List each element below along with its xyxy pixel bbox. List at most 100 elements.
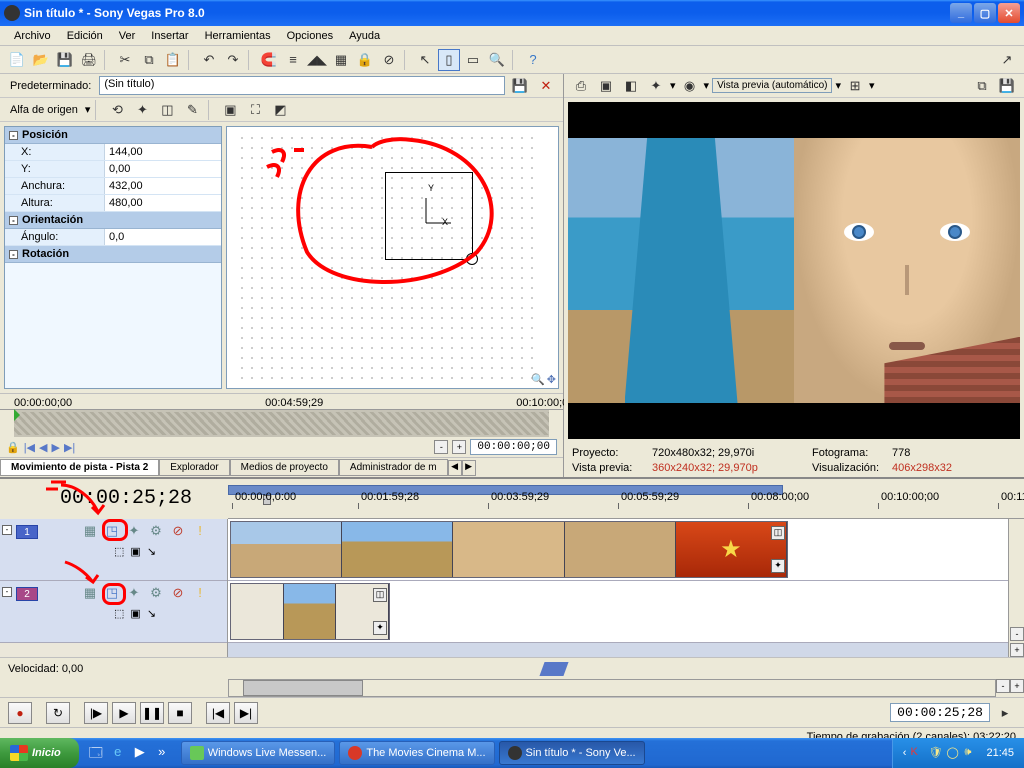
ie-icon[interactable]: e [109, 744, 127, 762]
prevent-icon[interactable]: ◩ [269, 99, 291, 121]
track-motion-icon[interactable]: ◳ [104, 585, 120, 601]
help-icon[interactable]: ? [522, 49, 544, 71]
render-icon[interactable]: 🖨 [78, 49, 100, 71]
make-parent-icon[interactable]: ⬚ [114, 545, 124, 558]
wmp-icon[interactable]: ▶ [131, 744, 149, 762]
quantize-icon[interactable]: ▦ [330, 49, 352, 71]
preset-dropdown[interactable]: (Sin título) [99, 76, 505, 95]
kf-next-icon[interactable]: ▶ [52, 441, 60, 454]
task-vegas[interactable]: Sin título * - Sony Ve... [499, 741, 645, 765]
close-button[interactable]: ✕ [998, 3, 1020, 23]
fx-icon[interactable]: ✦ [645, 75, 667, 97]
track-motion-icon[interactable]: ◳ [104, 523, 120, 539]
tab-track-motion[interactable]: Movimiento de pista - Pista 2 [0, 459, 159, 476]
timeline-vscroll[interactable]: - + [1008, 519, 1024, 657]
envelope-tool-icon[interactable]: ▯ [438, 49, 460, 71]
properties-grid[interactable]: -Posición X:144,00 Y:0,00 Anchura:432,00… [4, 126, 222, 389]
menu-ver[interactable]: Ver [111, 28, 144, 44]
task-msn[interactable]: Windows Live Messen... [181, 741, 336, 765]
kf-start-marker[interactable] [14, 409, 20, 421]
split-icon[interactable]: ◧ [620, 75, 642, 97]
kf-minus-button[interactable]: - [434, 440, 448, 454]
hzoom-plus[interactable]: + [1010, 679, 1024, 693]
rotate-handle[interactable] [466, 253, 478, 265]
ext-monitor-icon[interactable]: ↗ [996, 49, 1018, 71]
zoom-icon[interactable]: 🔍 [531, 373, 545, 386]
menu-opciones[interactable]: Opciones [279, 28, 341, 44]
tray-expand-icon[interactable]: ‹ [903, 747, 907, 759]
video-lane-1[interactable]: ★ ◫ ✦ [228, 519, 1008, 581]
rotate-icon[interactable]: ⟲ [106, 99, 128, 121]
snap-icon[interactable]: 🧲 [258, 49, 280, 71]
more-icon[interactable]: ↘ [147, 545, 156, 558]
kf-prev-icon[interactable]: ◀ [39, 441, 47, 454]
preview-device-icon[interactable]: ▣ [595, 75, 617, 97]
save-icon[interactable]: 💾 [54, 49, 76, 71]
pan-icon[interactable]: ✥ [547, 373, 556, 386]
compositing-icon[interactable]: ✦ [126, 585, 142, 601]
track-lanes[interactable]: ★ ◫ ✦ ◫ ✦ - [228, 519, 1024, 657]
dropdown-arrow-icon[interactable]: ▾ [85, 103, 91, 116]
mute-icon[interactable]: ⊘ [170, 523, 186, 539]
kf-first-icon[interactable]: |◀ [24, 441, 35, 454]
copy-icon[interactable]: ⧉ [138, 49, 160, 71]
select-tool-icon[interactable]: ▭ [462, 49, 484, 71]
track-minimize-icon[interactable]: - [2, 525, 12, 535]
show-desktop-icon[interactable]: 🗔 [87, 744, 105, 762]
scrub-control[interactable] [539, 662, 568, 676]
volume-icon[interactable]: 🕪 [964, 746, 978, 760]
clip-crop-icon[interactable]: ◫ [771, 526, 785, 540]
prop-angle-value[interactable]: 0,0 [105, 229, 221, 245]
paste-icon[interactable]: 📋 [162, 49, 184, 71]
zoom-tool-icon[interactable]: 🔍 [486, 49, 508, 71]
pause-button[interactable]: ❚❚ [140, 702, 164, 724]
autoripple-icon[interactable]: ≡ [282, 49, 304, 71]
copy-snapshot-icon[interactable]: ⧉ [971, 75, 993, 97]
go-end-button[interactable]: ▶| [234, 702, 258, 724]
hzoom-minus[interactable]: - [996, 679, 1010, 693]
vzoom-minus[interactable]: - [1010, 627, 1024, 641]
comp-mode-icon[interactable]: ▣ [130, 545, 140, 558]
delete-preset-icon[interactable]: ✕ [535, 75, 557, 97]
taskbar-clock[interactable]: 21:45 [982, 747, 1014, 759]
overlays-icon[interactable]: ⊞ [844, 75, 866, 97]
clip-track1[interactable]: ★ ◫ ✦ [230, 521, 788, 578]
solo-icon[interactable]: ! [192, 585, 208, 601]
lock-icon[interactable]: 🔒 [6, 441, 20, 454]
ext-preview-icon[interactable]: ⎙ [570, 75, 592, 97]
autocrossfade-icon[interactable]: ◢◣ [306, 49, 328, 71]
cut-icon[interactable]: ✂ [114, 49, 136, 71]
comp-mode-icon[interactable]: ▣ [130, 607, 140, 620]
track-header-2[interactable]: - 2 ▦ ◳ ✦ ⚙ ⊘ ! ⬚ ▣ ↘ [0, 581, 227, 643]
automation-icon[interactable]: ⚙ [148, 523, 164, 539]
dropdown-arrow-icon[interactable]: ▾ [869, 79, 875, 92]
stop-button[interactable]: ■ [168, 702, 192, 724]
hscroll-thumb[interactable] [243, 680, 363, 696]
kf-ruler[interactable]: 00:00:00;00 00:04:59;29 00:10:00;00 [0, 394, 563, 410]
clip-crop-icon[interactable]: ◫ [373, 588, 387, 602]
start-button[interactable]: Inicio [0, 738, 79, 768]
bypass-icon[interactable]: ⊘ [378, 49, 400, 71]
update-icon[interactable]: ◯ [946, 746, 960, 760]
menu-herramientas[interactable]: Herramientas [197, 28, 279, 44]
minimize-button[interactable]: _ [950, 3, 972, 23]
save-snapshot-icon[interactable]: 💾 [996, 75, 1018, 97]
save-preset-icon[interactable]: 💾 [509, 75, 531, 97]
3d-icon[interactable]: ◫ [156, 99, 178, 121]
main-timecode[interactable]: 00:00:25;28 [0, 479, 228, 518]
lock-icon[interactable]: 🔒 [354, 49, 376, 71]
preview-quality-dropdown[interactable]: Vista previa (automático) [712, 78, 832, 93]
dropdown-arrow-icon[interactable]: ▾ [704, 79, 710, 92]
tab-scroll-right[interactable]: ▶ [462, 460, 476, 476]
menu-edicion[interactable]: Edición [59, 28, 111, 44]
cat-orientacion[interactable]: -Orientación [5, 212, 221, 229]
transport-timecode[interactable]: 00:00:25;28 [890, 703, 990, 722]
kf-tracks[interactable] [14, 410, 549, 437]
track-header-1[interactable]: - 1 ▦ ◳ ✦ ⚙ ⊘ ! ⬚ ▣ ↘ [0, 519, 227, 581]
mute-icon[interactable]: ⊘ [170, 585, 186, 601]
tab-media-manager[interactable]: Administrador de m [339, 459, 448, 476]
motion-canvas[interactable]: Y X 🔍 ✥ [226, 126, 559, 389]
bypass-fx-icon[interactable]: ▦ [82, 585, 98, 601]
bypass-fx-icon[interactable]: ▦ [82, 523, 98, 539]
tc-expand-icon[interactable]: ▸ [994, 702, 1016, 724]
